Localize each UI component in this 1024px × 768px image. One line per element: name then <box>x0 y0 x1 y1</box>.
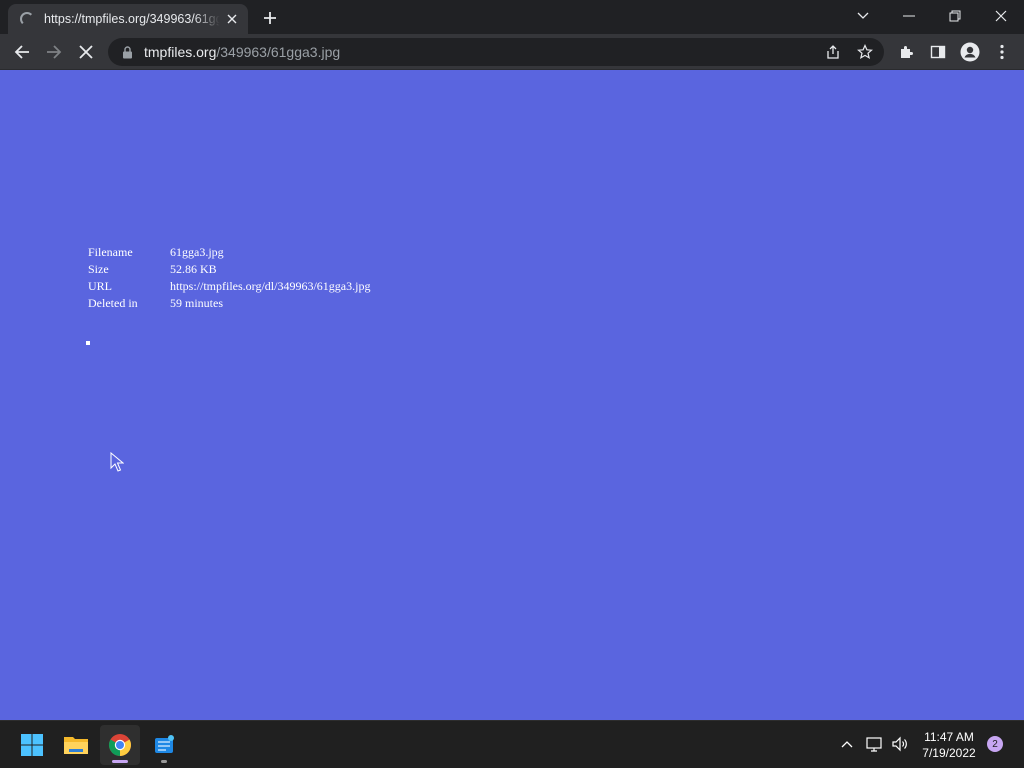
back-button[interactable] <box>8 38 36 66</box>
web-page: Filename 61gga3.jpg Size 52.86 KB URL ht… <box>0 70 1024 720</box>
size-label: Size <box>88 262 109 276</box>
active-app-indicator <box>112 760 128 763</box>
close-window-button[interactable] <box>978 0 1024 32</box>
share-icon[interactable] <box>824 43 842 61</box>
table-row: Size 52.86 KB <box>86 261 372 278</box>
url-label: URL <box>88 279 112 293</box>
loading-spinner-icon <box>20 12 34 26</box>
clock-time: 11:47 AM <box>924 730 974 744</box>
url-text[interactable]: tmpfiles.org/349963/61gga3.jpg <box>144 44 340 60</box>
stop-loading-button[interactable] <box>72 38 100 66</box>
browser-toolbar: tmpfiles.org/349963/61gga3.jpg <box>0 34 1024 70</box>
side-panel-icon[interactable] <box>924 38 952 66</box>
start-button[interactable] <box>12 725 52 765</box>
tab-strip: https://tmpfiles.org/349963/61gga3.jpg <box>0 0 1024 34</box>
mouse-cursor-icon <box>110 452 124 472</box>
filename-value: 61gga3.jpg <box>170 245 224 259</box>
deleted-in-label: Deleted in <box>88 296 138 310</box>
system-clock[interactable]: 11:47 AM 7/19/2022 <box>916 729 982 761</box>
app-taskbar-button[interactable] <box>144 725 184 765</box>
chevron-up-icon[interactable] <box>838 735 856 753</box>
file-explorer-button[interactable] <box>56 725 96 765</box>
app-icon <box>155 735 174 753</box>
new-tab-button[interactable] <box>258 6 282 30</box>
tab-search-icon[interactable] <box>840 0 886 32</box>
image-preview[interactable] <box>86 341 90 345</box>
running-app-indicator <box>161 760 167 763</box>
volume-icon[interactable] <box>891 735 909 753</box>
bookmark-star-icon[interactable] <box>856 43 874 61</box>
url-path: /349963/61gga3.jpg <box>216 44 341 60</box>
file-explorer-icon <box>64 737 88 754</box>
minimize-button[interactable] <box>886 0 932 32</box>
deleted-in-value: 59 minutes <box>170 296 223 310</box>
chrome-menu-icon[interactable] <box>988 38 1016 66</box>
table-row: Filename 61gga3.jpg <box>86 244 372 261</box>
file-info-table: Filename 61gga3.jpg Size 52.86 KB URL ht… <box>86 244 372 312</box>
windows-taskbar: 11:47 AM 7/19/2022 <box>0 720 1024 768</box>
clock-date: 7/19/2022 <box>922 746 976 760</box>
close-tab-icon[interactable] <box>224 11 240 27</box>
browser-tab[interactable]: https://tmpfiles.org/349963/61gga3.jpg <box>8 4 248 34</box>
notification-badge[interactable]: 2 <box>987 736 1003 752</box>
extensions-icon[interactable] <box>892 38 920 66</box>
start-icon <box>21 734 43 756</box>
download-url-value[interactable]: https://tmpfiles.org/dl/349963/61gga3.jp… <box>168 278 372 295</box>
address-bar[interactable]: tmpfiles.org/349963/61gga3.jpg <box>108 38 884 66</box>
table-row: Deleted in 59 minutes <box>86 295 372 312</box>
restore-button[interactable] <box>932 0 978 32</box>
table-row: URL https://tmpfiles.org/dl/349963/61gga… <box>86 278 372 295</box>
filename-label: Filename <box>88 245 133 259</box>
profile-avatar-icon[interactable] <box>956 38 984 66</box>
chrome-icon <box>109 734 131 756</box>
tab-title: https://tmpfiles.org/349963/61gga3.jpg <box>44 12 220 26</box>
forward-button[interactable] <box>40 38 68 66</box>
network-icon[interactable] <box>866 735 884 753</box>
lock-icon[interactable] <box>120 45 134 59</box>
chrome-taskbar-button[interactable] <box>100 725 140 765</box>
url-host: tmpfiles.org <box>144 44 217 60</box>
size-value: 52.86 KB <box>170 262 217 276</box>
